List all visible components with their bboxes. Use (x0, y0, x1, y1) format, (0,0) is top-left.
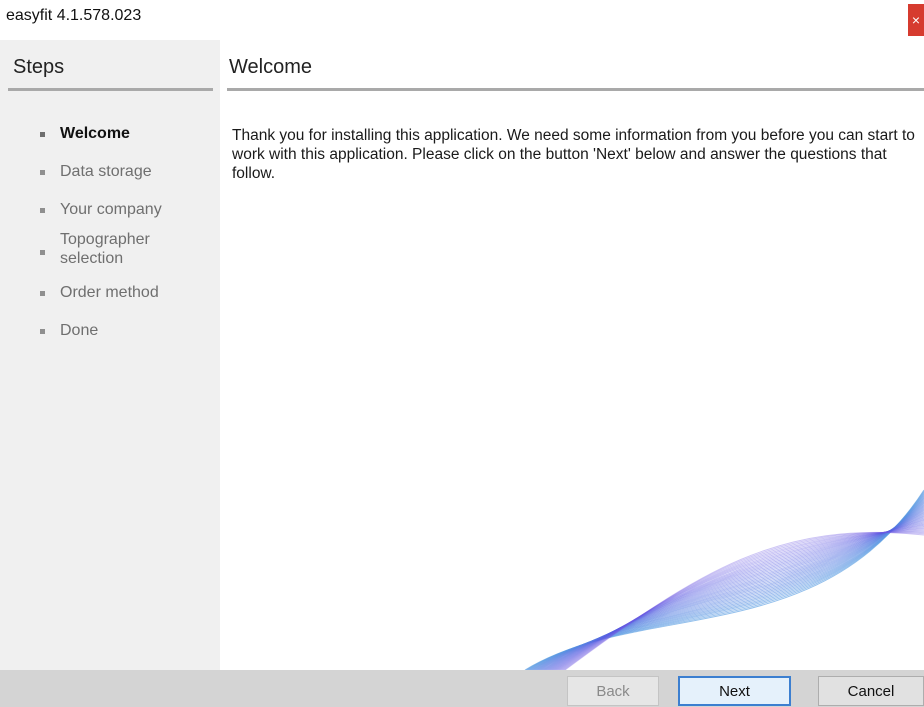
header-divider (227, 88, 924, 91)
page-title: Welcome (229, 56, 312, 78)
step-data-storage: Data storage (0, 162, 220, 200)
square-bullet-icon (40, 170, 45, 175)
steps-list: Welcome Data storage Your company Topogr… (0, 124, 220, 359)
close-icon: × (911, 12, 921, 28)
step-label: Done (60, 322, 99, 339)
step-label: Topographer selection (60, 231, 150, 267)
square-bullet-icon (40, 329, 45, 334)
step-topographer-selection: Topographer selection (0, 226, 170, 283)
sidebar-title: Steps (13, 56, 65, 78)
square-bullet-icon (40, 250, 45, 255)
next-button[interactable]: Next (678, 676, 791, 706)
back-button[interactable]: Back (567, 676, 659, 706)
step-order-method: Order method (0, 283, 220, 321)
step-your-company: Your company (0, 200, 220, 226)
window-title: easyfit 4.1.578.023 (6, 7, 142, 24)
sidebar-divider (8, 88, 213, 91)
step-label: Order method (60, 284, 159, 301)
close-button[interactable]: × (908, 4, 924, 36)
square-bullet-icon (40, 132, 45, 137)
step-label: Data storage (60, 163, 152, 180)
steps-sidebar: Steps Welcome Data storage Your company … (0, 40, 220, 670)
wizard-footer: Back Next Cancel (0, 670, 924, 707)
step-welcome: Welcome (0, 124, 220, 162)
step-label: Welcome (60, 125, 130, 142)
wave-decoration (524, 489, 924, 670)
square-bullet-icon (40, 208, 45, 213)
step-done: Done (0, 321, 220, 359)
title-bar: easyfit 4.1.578.023 × (0, 0, 924, 40)
step-label: Your company (60, 201, 162, 218)
cancel-button[interactable]: Cancel (818, 676, 924, 706)
square-bullet-icon (40, 291, 45, 296)
welcome-message: Thank you for installing this applicatio… (232, 127, 915, 182)
